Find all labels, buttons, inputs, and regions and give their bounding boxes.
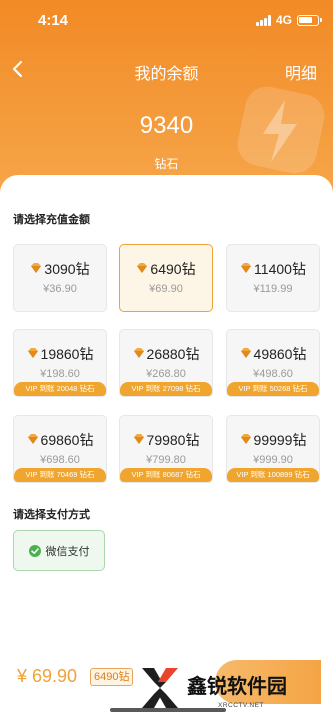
status-bar: 4:14 4G <box>0 0 333 38</box>
battery-icon <box>297 14 322 26</box>
diamond-icon <box>31 263 42 273</box>
total-diamond-badge: 6490钻 <box>90 668 134 686</box>
package-amount-label: 3090钻 <box>44 261 90 277</box>
package-card[interactable]: 69860钻 ¥698.60 VIP 到账 70469 钻石 <box>13 415 107 483</box>
payment-method-label: 微信支付 <box>45 545 90 558</box>
package-amount: 49860钻 <box>227 344 319 364</box>
package-amount-label: 49860钻 <box>253 346 307 362</box>
vip-bonus-bar: VIP 到账 27098 钻石 <box>120 382 212 396</box>
vip-bonus-bar: VIP 到账 80687 钻石 <box>120 468 212 482</box>
package-amount-label: 99999钻 <box>253 432 307 448</box>
package-price: ¥36.90 <box>43 283 77 295</box>
package-card[interactable]: 11400钻 ¥119.99 <box>226 244 320 312</box>
signal-icon <box>255 14 271 26</box>
diamond-icon <box>27 434 38 444</box>
network-label: 4G <box>275 13 292 27</box>
diamond-icon <box>240 434 251 444</box>
package-price: ¥268.80 <box>146 368 186 380</box>
package-amount-label: 11400钻 <box>254 261 306 277</box>
package-amount-label: 79980钻 <box>146 432 200 448</box>
status-time: 4:14 <box>38 12 69 29</box>
package-amount-label: 69860钻 <box>40 432 94 448</box>
package-card[interactable]: 19860钻 ¥198.60 VIP 到账 20048 钻石 <box>13 329 107 397</box>
package-price: ¥198.60 <box>40 368 80 380</box>
detail-link[interactable]: 明细 <box>285 60 317 84</box>
vip-bonus-bar: VIP 到账 50268 钻石 <box>227 382 319 396</box>
diamond-icon <box>240 348 251 358</box>
package-card[interactable]: 49860钻 ¥498.60 VIP 到账 50268 钻石 <box>226 329 320 397</box>
package-price: ¥698.60 <box>40 454 80 466</box>
package-price: ¥999.90 <box>253 454 293 466</box>
diamond-icon <box>241 263 252 273</box>
package-grid: 3090钻 ¥36.90 6490钻 ¥69.90 11400钻 ¥119.99… <box>13 244 320 486</box>
total-price: ¥ 69.90 <box>17 666 78 686</box>
package-price: ¥799.80 <box>146 454 186 466</box>
check-circle-icon <box>28 544 41 557</box>
vip-bonus-bar: VIP 到账 20048 钻石 <box>14 382 106 396</box>
recharge-section-title: 请选择充值金额 <box>13 214 90 226</box>
package-card[interactable]: 99999钻 ¥999.90 VIP 到账 100899 钻石 <box>226 415 320 483</box>
package-amount-label: 6490钻 <box>150 261 196 277</box>
package-amount: 79980钻 <box>120 430 212 450</box>
package-amount: 6490钻 <box>120 259 212 279</box>
diamond-icon <box>133 348 144 358</box>
package-card-selected[interactable]: 6490钻 ¥69.90 <box>119 244 213 312</box>
vip-bonus-bar: VIP 到账 70469 钻石 <box>14 468 106 482</box>
wechat-pay-option[interactable]: 微信支付 <box>13 530 105 571</box>
package-amount: 19860钻 <box>14 344 106 364</box>
package-card[interactable]: 26880钻 ¥268.80 VIP 到账 27098 钻石 <box>119 329 213 397</box>
package-price: ¥119.99 <box>253 283 293 295</box>
home-indicator <box>110 708 226 712</box>
status-indicators: 4G <box>255 13 322 27</box>
package-amount-label: 19860钻 <box>40 346 94 362</box>
vip-bonus-bar: VIP 到账 100899 钻石 <box>227 468 319 482</box>
pay-button[interactable] <box>215 660 321 704</box>
page-title: 我的余额 <box>134 66 199 83</box>
package-amount: 3090钻 <box>14 259 106 279</box>
package-amount-label: 26880钻 <box>146 346 200 362</box>
diamond-icon <box>133 434 144 444</box>
package-amount: 26880钻 <box>120 344 212 364</box>
package-amount: 11400钻 <box>227 259 319 279</box>
package-amount: 69860钻 <box>14 430 106 450</box>
package-price: ¥498.60 <box>253 368 293 380</box>
payment-section-title: 请选择支付方式 <box>13 509 90 521</box>
header: 4:14 4G 我的余额 明细 9340 钻石 <box>0 0 333 200</box>
diamond-icon <box>137 263 148 273</box>
balance-unit: 钻石 <box>154 157 179 171</box>
diamond-icon <box>27 348 38 358</box>
package-amount: 99999钻 <box>227 430 319 450</box>
balance-value: 9340 <box>139 112 194 139</box>
package-card[interactable]: 3090钻 ¥36.90 <box>13 244 107 312</box>
package-price: ¥69.90 <box>149 283 183 295</box>
package-card[interactable]: 79980钻 ¥799.80 VIP 到账 80687 钻石 <box>119 415 213 483</box>
